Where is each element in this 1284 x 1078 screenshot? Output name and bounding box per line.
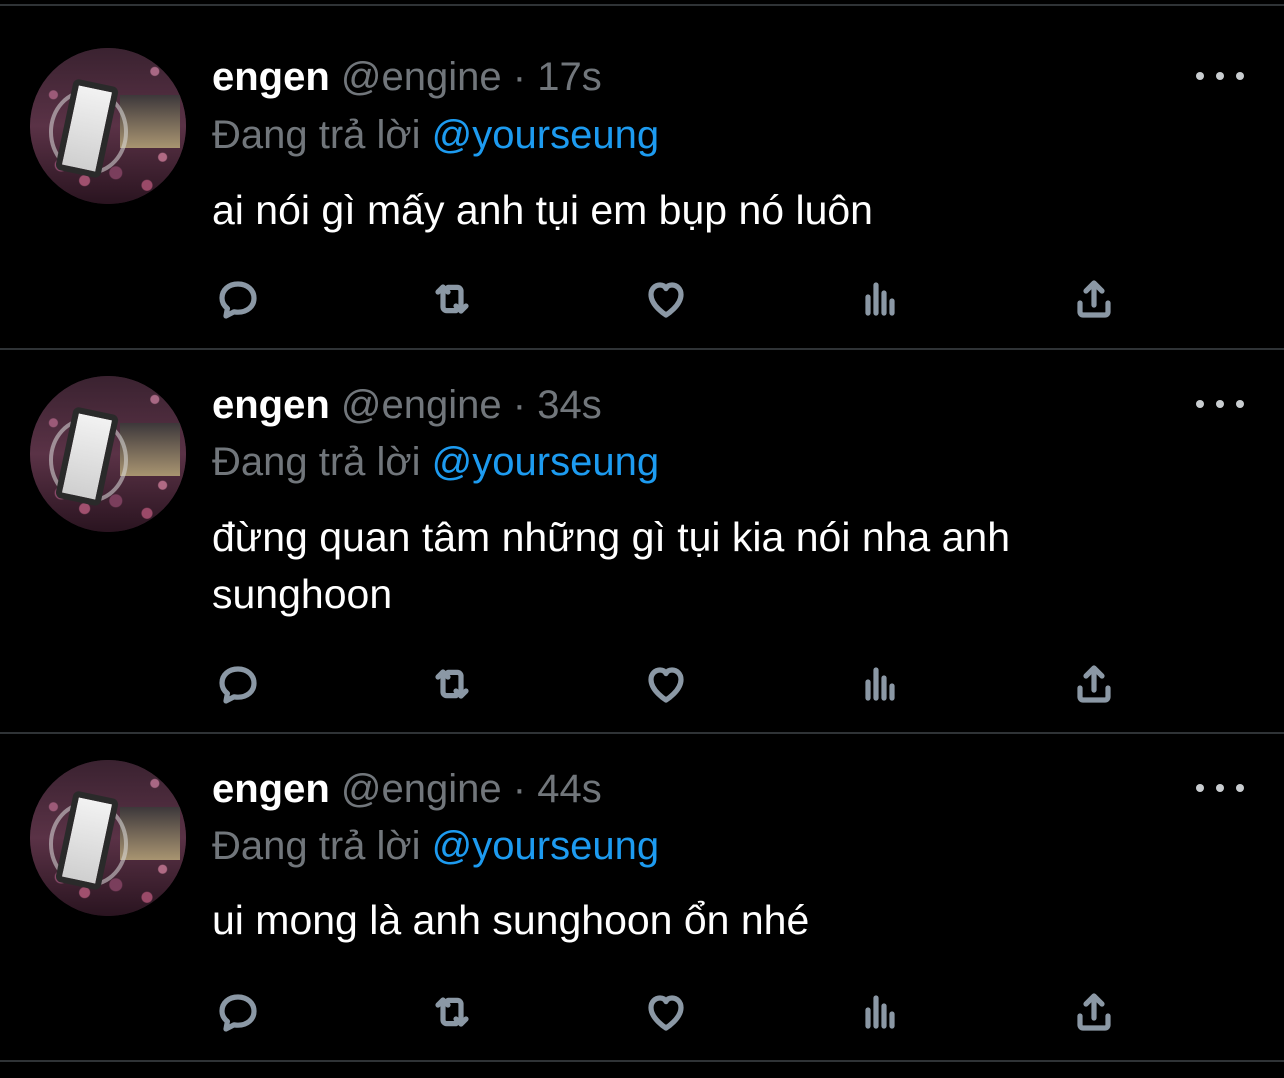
tweet-text: ai nói gì mấy anh tụi em bụp nó luôn [212, 187, 873, 233]
analytics-icon [865, 667, 895, 701]
display-name[interactable]: engen [212, 383, 330, 427]
tweet-text: ui mong là anh sunghoon ổn nhé [212, 897, 810, 943]
reply-mention-link[interactable]: @yourseung [432, 440, 659, 484]
user-handle[interactable]: @engine [341, 55, 502, 99]
timestamp[interactable]: 44s [537, 767, 602, 811]
dot-icon [1216, 784, 1224, 792]
more-options-button[interactable] [1196, 776, 1244, 800]
reply-button[interactable] [212, 986, 264, 1038]
timestamp[interactable]: 17s [537, 55, 602, 99]
reply-prefix: Đang trả lời [212, 440, 421, 484]
dot-icon [1216, 72, 1224, 80]
like-button[interactable] [640, 986, 692, 1038]
avatar[interactable] [30, 760, 186, 916]
share-icon [1077, 993, 1111, 1031]
retweet-button[interactable] [426, 658, 478, 710]
analytics-button[interactable] [854, 658, 906, 710]
dot-icon [1236, 72, 1244, 80]
dot-icon [1196, 400, 1204, 408]
dot-icon [1196, 72, 1204, 80]
reply-context: Đang trả lời @yourseung [212, 437, 659, 487]
divider [0, 1060, 1284, 1062]
retweet-button[interactable] [426, 273, 478, 325]
reply-context: Đang trả lời @yourseung [212, 110, 659, 160]
like-button[interactable] [640, 273, 692, 325]
reply-icon [219, 666, 257, 704]
tweet-actions [0, 658, 1284, 710]
like-button[interactable] [640, 658, 692, 710]
analytics-button[interactable] [854, 273, 906, 325]
separator: · [512, 767, 527, 811]
tweet-header: engen @engine · 44s [212, 765, 602, 813]
display-name[interactable]: engen [212, 55, 330, 99]
tweet-text: đừng quan tâm những gì tụi kia nói nha a… [212, 514, 1011, 617]
share-icon [1077, 280, 1111, 318]
share-button[interactable] [1068, 273, 1120, 325]
reply-prefix: Đang trả lời [212, 824, 421, 868]
avatar[interactable] [30, 48, 186, 204]
more-options-button[interactable] [1196, 64, 1244, 88]
analytics-icon [865, 282, 895, 316]
reply-context: Đang trả lời @yourseung [212, 821, 659, 871]
reply-button[interactable] [212, 273, 264, 325]
tweet-feed: engen @engine · 17s Đang trả lời @yourse… [0, 0, 1284, 1078]
reply-mention-link[interactable]: @yourseung [432, 113, 659, 157]
tweet[interactable]: engen @engine · 17s Đang trả lời @yourse… [0, 0, 1284, 350]
like-icon [648, 995, 684, 1031]
share-icon [1077, 665, 1111, 703]
dot-icon [1236, 400, 1244, 408]
retweet-icon [435, 669, 469, 699]
analytics-button[interactable] [854, 986, 906, 1038]
share-button[interactable] [1068, 658, 1120, 710]
share-button[interactable] [1068, 986, 1120, 1038]
separator: · [512, 383, 527, 427]
tweet[interactable]: engen @engine · 44s Đang trả lời @yourse… [0, 734, 1284, 1064]
user-handle[interactable]: @engine [341, 767, 502, 811]
tweet-actions [0, 986, 1284, 1038]
tweet-header: engen @engine · 17s [212, 53, 602, 101]
more-options-button[interactable] [1196, 392, 1244, 416]
dot-icon [1196, 784, 1204, 792]
retweet-button[interactable] [426, 986, 478, 1038]
retweet-icon [435, 284, 469, 314]
dot-icon [1216, 400, 1224, 408]
tweet[interactable]: engen @engine · 34s Đang trả lời @yourse… [0, 350, 1284, 734]
like-icon [648, 667, 684, 703]
tweet-header: engen @engine · 34s [212, 381, 602, 429]
reply-icon [219, 281, 257, 319]
reply-icon [219, 994, 257, 1032]
separator: · [512, 55, 527, 99]
avatar[interactable] [30, 376, 186, 532]
reply-prefix: Đang trả lời [212, 113, 421, 157]
reply-button[interactable] [212, 658, 264, 710]
like-icon [648, 282, 684, 318]
reply-mention-link[interactable]: @yourseung [432, 824, 659, 868]
dot-icon [1236, 784, 1244, 792]
retweet-icon [435, 997, 469, 1027]
user-handle[interactable]: @engine [341, 383, 502, 427]
analytics-icon [865, 995, 895, 1029]
timestamp[interactable]: 34s [537, 383, 602, 427]
display-name[interactable]: engen [212, 767, 330, 811]
tweet-actions [0, 273, 1284, 325]
